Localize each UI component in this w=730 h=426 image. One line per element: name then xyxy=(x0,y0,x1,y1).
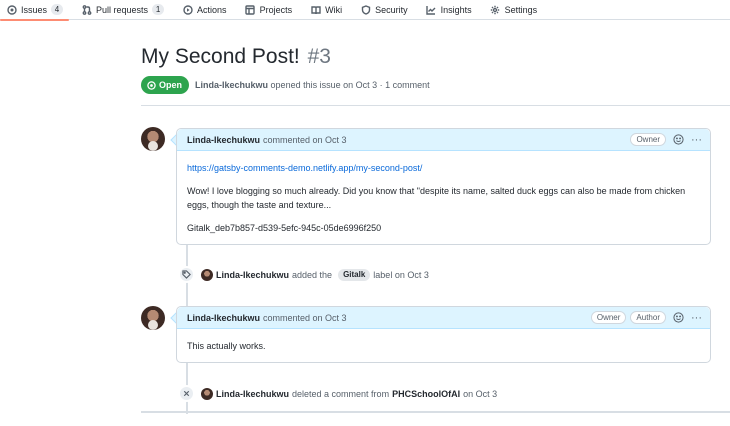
tag-icon xyxy=(178,266,195,283)
timeline-bottom-divider xyxy=(141,411,730,413)
issue-title: My Second Post! #3 xyxy=(141,45,331,69)
event-actor[interactable]: Linda-Ikechukwu xyxy=(216,389,289,399)
comment-body: https://gatsby-comments-demo.netlify.app… xyxy=(177,151,710,244)
avatar[interactable] xyxy=(201,268,213,281)
timeline-event-labeled: Linda-Ikechukwu added the Gitalk label o… xyxy=(178,266,429,283)
pull-requests-counter: 1 xyxy=(152,4,165,15)
issues-counter: 4 xyxy=(51,4,64,15)
event-time: label on Oct 3 xyxy=(373,269,429,280)
tab-label: Issues xyxy=(21,4,48,15)
gitalk-label[interactable]: Gitalk xyxy=(338,268,371,281)
graph-icon xyxy=(426,4,437,15)
tab-label: Settings xyxy=(504,4,538,15)
comment-timestamp[interactable]: commented on Oct 3 xyxy=(263,135,347,145)
play-icon xyxy=(182,4,193,15)
x-icon xyxy=(178,385,195,402)
event-actor[interactable]: Linda-Ikechukwu xyxy=(216,270,289,280)
comment-paragraph: Wow! I love blogging so much already. Di… xyxy=(187,186,686,210)
avatar[interactable] xyxy=(141,127,165,151)
kebab-menu-icon[interactable]: ··· xyxy=(691,134,702,145)
avatar[interactable] xyxy=(201,387,213,400)
event-time: on Oct 3 xyxy=(463,388,498,399)
owner-label: Owner xyxy=(590,311,627,324)
gear-icon xyxy=(490,4,501,15)
avatar[interactable] xyxy=(141,306,165,330)
tab-issues[interactable]: Issues 4 xyxy=(0,0,70,21)
tab-label: Wiki xyxy=(325,4,343,15)
comment-author[interactable]: Linda-Ikechukwu xyxy=(187,313,260,323)
comment-box: Linda-Ikechukwu commented on Oct 3 Owner… xyxy=(176,128,711,245)
owner-label: Owner xyxy=(630,133,666,146)
tab-label: Pull requests xyxy=(96,4,149,15)
state-badge: Open xyxy=(141,76,190,94)
comment-timestamp[interactable]: commented on Oct 3 xyxy=(263,313,347,323)
title-divider xyxy=(141,105,730,106)
comment-body: This actually works. xyxy=(177,329,710,362)
issue-author-link[interactable]: Linda-Ikechukwu xyxy=(195,80,268,90)
comment-author[interactable]: Linda-Ikechukwu xyxy=(187,135,260,145)
tab-label: Projects xyxy=(259,4,293,15)
tab-label: Actions xyxy=(197,4,227,15)
tab-actions[interactable]: Actions xyxy=(182,0,227,20)
tab-label: Insights xyxy=(440,4,472,15)
issue-opened-icon xyxy=(6,4,17,15)
issue-state-row: Open Linda-Ikechukwu opened this issue o… xyxy=(141,76,430,94)
author-label: Author xyxy=(630,311,666,324)
tab-pull-requests[interactable]: Pull requests 1 xyxy=(81,0,165,20)
event-target[interactable]: PHCSchoolOfAI xyxy=(392,389,460,399)
comment-paragraph: This actually works. xyxy=(187,341,266,351)
tab-wiki[interactable]: Wiki xyxy=(310,0,342,20)
timeline-event-deleted: Linda-Ikechukwu deleted a comment from P… xyxy=(178,385,500,402)
issue-title-text: My Second Post! xyxy=(141,45,300,68)
state-label: Open xyxy=(159,80,183,90)
smiley-icon[interactable] xyxy=(672,311,685,324)
kebab-menu-icon[interactable]: ··· xyxy=(691,312,702,323)
event-text: added the xyxy=(292,269,333,280)
book-icon xyxy=(310,4,321,15)
tab-insights[interactable]: Insights xyxy=(426,0,472,20)
tab-settings[interactable]: Settings xyxy=(490,0,538,20)
comment-header: Linda-Ikechukwu commented on Oct 3 Owner… xyxy=(177,307,710,329)
tab-security[interactable]: Security xyxy=(360,0,408,20)
table-icon xyxy=(245,4,256,15)
issue-meta: Linda-Ikechukwu opened this issue on Oct… xyxy=(195,80,430,90)
event-text: deleted a comment from xyxy=(292,388,390,399)
git-pull-request-icon xyxy=(81,4,92,15)
issue-number: #3 xyxy=(307,45,331,68)
tab-label: Security xyxy=(375,4,408,15)
shield-icon xyxy=(360,4,371,15)
repo-tab-bar: Issues 4 Pull requests 1 Actions Project… xyxy=(0,0,730,21)
comment-header: Linda-Ikechukwu commented on Oct 3 Owner… xyxy=(177,129,710,151)
comment-box: Linda-Ikechukwu commented on Oct 3 Owner… xyxy=(176,306,711,363)
tab-projects[interactable]: Projects xyxy=(245,0,293,20)
issue-opened-icon xyxy=(147,80,156,90)
gitalk-id: Gitalk_deb7b857-d539-5efc-945c-05de6996f… xyxy=(187,223,382,233)
smiley-icon[interactable] xyxy=(672,133,685,146)
post-link[interactable]: https://gatsby-comments-demo.netlify.app… xyxy=(187,163,422,173)
issue-opened-text: opened this issue on Oct 3 · 1 comment xyxy=(270,80,430,90)
